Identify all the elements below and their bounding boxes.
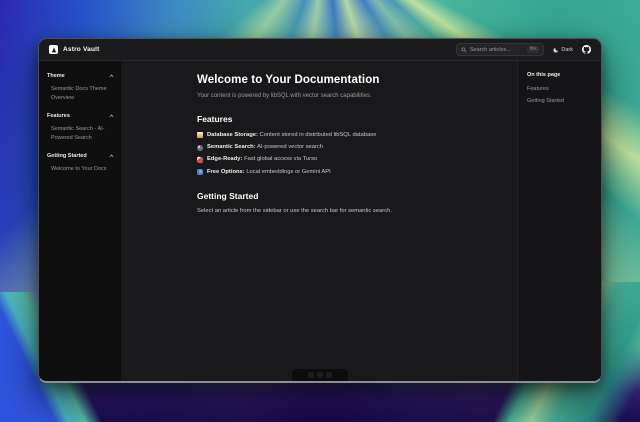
- page-title: Welcome to Your Documentation: [197, 74, 493, 86]
- app-header: Astro Vault Search articles... ⌘K Dark: [39, 39, 601, 61]
- feature-label: Database Storage:: [207, 132, 258, 138]
- feature-item-database: Database Storage: Content stored in dist…: [197, 131, 493, 140]
- chevron-up-icon: [109, 114, 113, 118]
- bottom-dock-bar[interactable]: [292, 369, 348, 381]
- dock-item[interactable]: [308, 372, 314, 378]
- free-badge-icon: [197, 169, 203, 175]
- astro-logo-icon: [49, 45, 58, 54]
- feature-text: Fast global access via Turso: [244, 156, 317, 162]
- app-title: Astro Vault: [63, 46, 100, 53]
- desktop-wallpaper: Astro Vault Search articles... ⌘K Dark: [0, 0, 640, 422]
- feature-label: Semantic Search:: [207, 144, 256, 150]
- dock-item[interactable]: [317, 372, 323, 378]
- feature-label: Free Options:: [207, 169, 245, 175]
- sidebar-item-welcome-to-your-docs[interactable]: Welcome to Your Docs: [47, 165, 113, 174]
- chevron-up-icon: [109, 74, 113, 78]
- toc-link-getting-started[interactable]: Getting Started: [527, 98, 592, 104]
- magnifier-icon: [197, 145, 203, 151]
- search-input[interactable]: Search articles... ⌘K: [456, 43, 544, 56]
- app-window: Astro Vault Search articles... ⌘K Dark: [38, 38, 602, 383]
- features-heading: Features: [197, 114, 493, 124]
- theme-toggle-button[interactable]: Dark: [553, 47, 573, 53]
- section-label: Features: [47, 113, 70, 119]
- feature-item-semantic-search: Semantic Search: AI-powered vector searc…: [197, 143, 493, 152]
- sidebar: Theme Semantic Docs Theme Overview Featu…: [39, 61, 121, 381]
- sidebar-section-theme: Theme Semantic Docs Theme Overview: [47, 73, 113, 102]
- chevron-up-icon: [109, 154, 113, 158]
- getting-started-text: Select an article from the sidebar or us…: [197, 208, 493, 214]
- sidebar-section-header-getting-started[interactable]: Getting Started: [47, 153, 113, 159]
- database-icon: [197, 132, 203, 138]
- feature-item-free-options: Free Options: Local embeddings or Gemini…: [197, 168, 493, 177]
- search-shortcut-badge: ⌘K: [527, 46, 539, 53]
- dock-item[interactable]: [326, 372, 332, 378]
- sidebar-section-getting-started: Getting Started Welcome to Your Docs: [47, 153, 113, 174]
- magnifier-icon: [461, 47, 467, 53]
- toc-heading: On this page: [527, 72, 592, 78]
- page-intro: Your content is powered by libSQL with v…: [197, 93, 493, 99]
- main-content: Welcome to Your Documentation Your conte…: [121, 61, 517, 381]
- sidebar-section-header-features[interactable]: Features: [47, 113, 113, 119]
- github-link[interactable]: [582, 45, 591, 54]
- moon-icon: [553, 47, 559, 53]
- feature-label: Edge-Ready:: [207, 156, 242, 162]
- sidebar-item-semantic-search[interactable]: Semantic Search - AI-Powered Search: [47, 125, 113, 142]
- sidebar-section-header-theme[interactable]: Theme: [47, 73, 113, 79]
- feature-text: AI-powered vector search: [257, 144, 323, 150]
- feature-text: Content stored in distributed libSQL dat…: [260, 132, 377, 138]
- rocket-icon: [197, 156, 204, 163]
- section-label: Getting Started: [47, 153, 87, 159]
- github-icon: [582, 45, 591, 54]
- getting-started-section: Getting Started Select an article from t…: [197, 191, 493, 214]
- window-body: Theme Semantic Docs Theme Overview Featu…: [39, 61, 601, 381]
- theme-toggle-label: Dark: [561, 47, 573, 53]
- sidebar-section-features: Features Semantic Search - AI-Powered Se…: [47, 113, 113, 142]
- feature-item-edge-ready: Edge-Ready: Fast global access via Turso: [197, 155, 493, 164]
- feature-text: Local embeddings or Gemini API: [246, 169, 330, 175]
- sidebar-item-semantic-docs-theme-overview[interactable]: Semantic Docs Theme Overview: [47, 85, 113, 102]
- section-label: Theme: [47, 73, 65, 79]
- features-list: Database Storage: Content stored in dist…: [197, 131, 493, 176]
- on-this-page-panel: On this page Features Getting Started: [517, 61, 601, 381]
- toc-link-features[interactable]: Features: [527, 86, 592, 92]
- getting-started-heading: Getting Started: [197, 191, 493, 201]
- search-placeholder: Search articles...: [470, 47, 511, 53]
